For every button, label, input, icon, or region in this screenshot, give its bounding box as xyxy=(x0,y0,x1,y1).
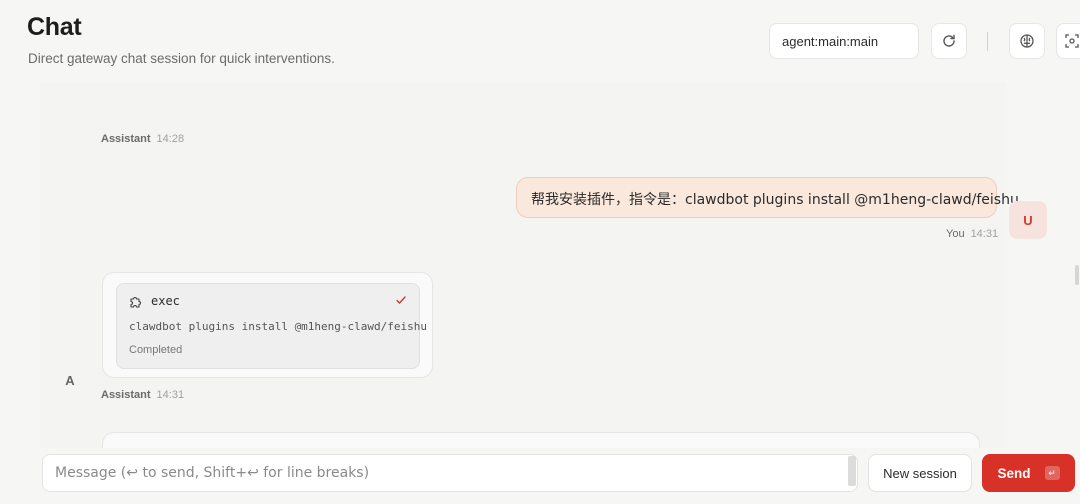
tool-status: Completed xyxy=(129,344,183,356)
user-message-bubble: 帮我安装插件，指令是：clawdbot plugins install @m1h… xyxy=(516,177,1019,218)
refresh-icon xyxy=(943,34,955,47)
header-separator xyxy=(987,32,988,51)
message-time: 14:31 xyxy=(156,389,185,401)
message-time: 14:31 xyxy=(970,228,999,240)
focus-mode-button[interactable] xyxy=(1056,23,1080,59)
message-meta-user: You 14:31 xyxy=(946,228,998,240)
page-scrollbar[interactable] xyxy=(1075,265,1079,285)
input-scrollbar[interactable] xyxy=(848,456,856,486)
message-meta-assistant-2: Assistant 14:31 xyxy=(101,389,184,401)
avatar: A xyxy=(65,372,75,388)
tool-command: clawdbot plugins install @m1heng-clawd/f… xyxy=(129,320,428,333)
avatar: U xyxy=(1009,201,1047,239)
enter-key-icon: ↵ xyxy=(1044,466,1060,480)
send-label: Send xyxy=(997,465,1031,481)
focus-icon xyxy=(1065,34,1079,48)
page-title: Chat xyxy=(27,13,82,41)
sender-name: Assistant xyxy=(101,133,151,145)
message-meta-assistant-1: Assistant 14:28 xyxy=(101,133,184,145)
assistant-message-card: exec clawdbot plugins install @m1heng-cl… xyxy=(102,272,433,378)
check-icon xyxy=(396,296,406,304)
sender-name: You xyxy=(946,228,965,240)
page-subtitle: Direct gateway chat session for quick in… xyxy=(28,51,335,66)
chat-thread[interactable] xyxy=(40,82,1006,452)
tool-call-card[interactable]: exec clawdbot plugins install @m1heng-cl… xyxy=(116,283,427,369)
sender-name: Assistant xyxy=(101,389,151,401)
puzzle-icon xyxy=(130,297,141,308)
new-session-button[interactable]: New session xyxy=(868,454,972,492)
message-input[interactable]: Message (↩ to send, Shift+↩ for line bre… xyxy=(42,454,858,492)
tool-name: exec xyxy=(151,294,180,308)
message-time: 14:28 xyxy=(156,133,185,145)
brain-icon xyxy=(1020,34,1034,48)
thinking-toggle-button[interactable] xyxy=(1009,23,1045,59)
refresh-button[interactable] xyxy=(931,23,967,59)
send-button[interactable]: Send ↵ xyxy=(982,454,1075,492)
session-select[interactable]: agent:main:main xyxy=(769,23,919,59)
